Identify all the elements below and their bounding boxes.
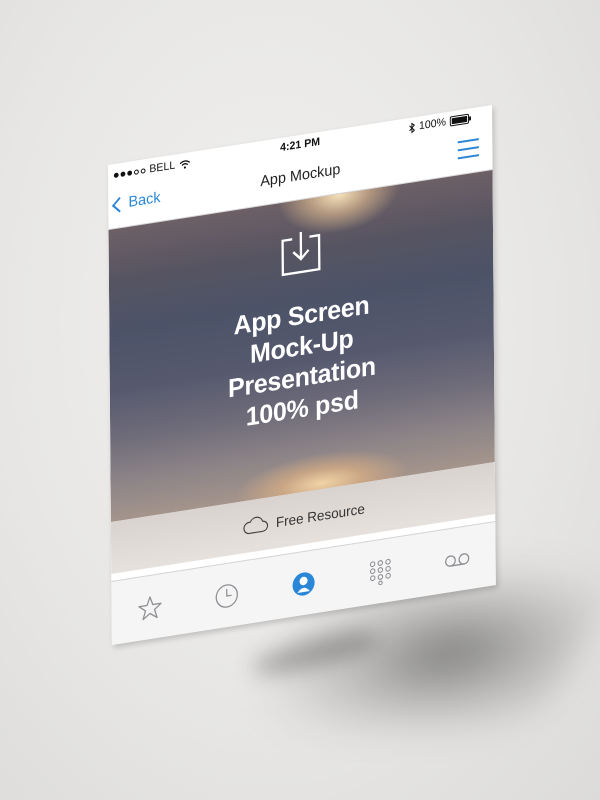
tab-recents[interactable]: [207, 573, 246, 619]
free-resource-label: Free Resource: [275, 500, 365, 531]
phone-screen: BELL 4:21 PM 100% Back App Mockup App Sc…: [108, 105, 496, 645]
clock-icon: [215, 583, 238, 608]
tab-contacts[interactable]: [284, 561, 323, 607]
cloud-icon: [243, 516, 268, 535]
hamburger-icon-line: [457, 138, 479, 144]
tab-voicemail[interactable]: [438, 537, 477, 583]
tab-favorites[interactable]: [131, 585, 170, 631]
battery-percent: 100%: [418, 116, 447, 133]
hero-title: App Screen Mock-Up Presentation 100% psd: [109, 270, 494, 454]
hamburger-icon-line: [457, 154, 479, 160]
battery-icon: [449, 113, 470, 127]
keypad-icon: [369, 558, 391, 585]
hero-image: App Screen Mock-Up Presentation 100% psd: [108, 170, 495, 522]
bluetooth-icon: [409, 122, 415, 134]
download-icon[interactable]: [279, 227, 324, 280]
menu-button[interactable]: [457, 138, 479, 160]
voicemail-icon: [445, 552, 470, 567]
person-icon: [292, 571, 315, 596]
tab-keypad[interactable]: [361, 549, 400, 595]
hamburger-icon-line: [457, 146, 479, 152]
star-icon: [138, 595, 162, 620]
